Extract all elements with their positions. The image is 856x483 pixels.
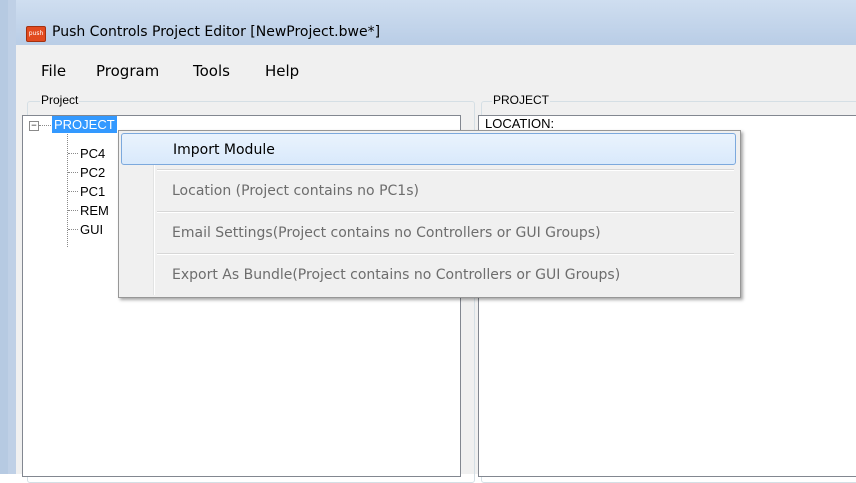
menu-program[interactable]: Program: [96, 62, 159, 80]
tree-node-pc4[interactable]: PC4: [80, 145, 105, 162]
context-menu: Import Module Location (Project contains…: [118, 130, 741, 298]
menu-item-email-settings[interactable]: Email Settings(Project contains no Contr…: [121, 217, 736, 249]
title-bar[interactable]: push Push Controls Project Editor [NewPr…: [16, 0, 856, 45]
tree-connector: [68, 153, 78, 154]
app-window: push Push Controls Project Editor [NewPr…: [0, 0, 856, 483]
menu-item-label: Export As Bundle(Project contains no Con…: [172, 267, 621, 283]
menu-tools[interactable]: Tools: [193, 62, 230, 80]
tree-node-pc1[interactable]: PC1: [80, 183, 105, 200]
tree-connector: [68, 191, 78, 192]
tree-connector: [68, 172, 78, 173]
location-label: LOCATION:: [485, 116, 555, 131]
menu-separator: [157, 211, 734, 213]
menu-item-import-module[interactable]: Import Module: [121, 133, 736, 165]
menu-file[interactable]: File: [41, 62, 66, 80]
menu-item-export-bundle[interactable]: Export As Bundle(Project contains no Con…: [121, 259, 736, 291]
menu-item-label: Import Module: [173, 142, 275, 158]
tree-node-gui[interactable]: GUI: [80, 221, 103, 238]
menu-item-label: Email Settings(Project contains no Contr…: [172, 225, 601, 241]
tree-node-pc2[interactable]: PC2: [80, 164, 105, 181]
project-group-label: Project: [40, 93, 80, 107]
menu-help[interactable]: Help: [265, 62, 299, 80]
menu-item-label: Location (Project contains no PC1s): [172, 183, 419, 199]
tree-connector: [68, 210, 78, 211]
menu-bar: File Program Tools Help: [16, 45, 856, 85]
menu-item-location[interactable]: Location (Project contains no PC1s): [121, 175, 736, 207]
app-icon: push: [26, 26, 46, 42]
menu-separator: [157, 253, 734, 255]
tree-connector: [39, 125, 51, 126]
tree-node-project[interactable]: PROJECT: [52, 116, 117, 133]
collapse-toggle-icon[interactable]: −: [29, 121, 39, 131]
window-title: Push Controls Project Editor [NewProject…: [52, 24, 381, 40]
menu-separator: [157, 169, 734, 171]
detail-group-label: PROJECT: [492, 93, 551, 107]
tree-connector: [68, 229, 78, 230]
tree-node-rem[interactable]: REM: [80, 202, 109, 219]
